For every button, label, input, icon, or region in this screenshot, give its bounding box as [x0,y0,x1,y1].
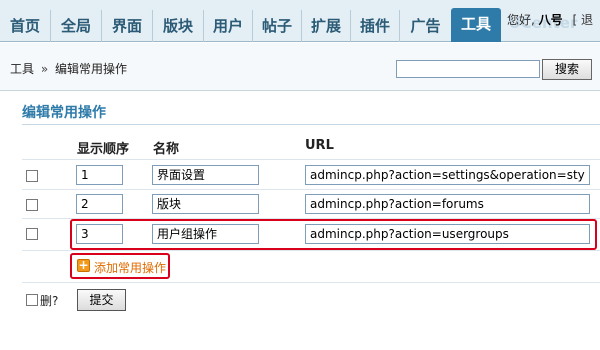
row-2-delete-checkbox[interactable] [26,199,38,211]
logout-link[interactable]: [ 退 [573,13,594,27]
username[interactable]: 八号 [539,13,563,27]
row-2-order-input[interactable]: 2 [76,194,123,214]
search-input[interactable] [396,60,540,78]
row-divider [22,189,600,190]
row-divider [22,282,600,283]
breadcrumb-separator: » [40,62,49,76]
row-divider [22,159,600,160]
add-operation-link[interactable]: 添加常用操作 [94,259,166,276]
tab-ads[interactable]: 广告 [400,10,451,42]
row-1-delete-checkbox[interactable] [26,170,38,182]
tab-global[interactable]: 全局 [51,10,102,42]
row-3-name-input[interactable]: 用户组操作 [152,224,259,244]
tab-plugins[interactable]: 插件 [351,10,400,42]
main-content: 编辑常用操作 显示顺序 名称 URL 1 界面设置 admincp.php?ac… [0,92,600,350]
tab-interface[interactable]: 界面 [102,10,153,42]
tab-home[interactable]: 首页 [0,10,51,42]
row-1-name-input[interactable]: 界面设置 [152,165,259,185]
user-info: 您好, 八号 [ 退 [507,11,593,28]
breadcrumb: 工具 » 编辑常用操作 [10,60,127,77]
greeting-text: 您好, [507,13,535,27]
row-divider [22,250,600,251]
row-3-order-input[interactable]: 3 [76,224,123,244]
row-1-order-input[interactable]: 1 [76,165,123,185]
row-3-url-input[interactable]: admincp.php?action=usergroups [305,224,590,244]
row-3-delete-checkbox[interactable] [26,228,38,240]
page-title: 编辑常用操作 [22,105,106,121]
tab-users[interactable]: 用户 [204,10,253,42]
search-button[interactable]: 搜索 [542,59,592,80]
plus-icon: + [77,258,90,272]
breadcrumb-current: 编辑常用操作 [55,62,128,76]
delete-all-checkbox[interactable] [26,294,38,306]
tab-forums[interactable]: 版块 [153,10,204,42]
row-1-url-input[interactable]: admincp.php?action=settings&operation=st… [305,165,590,185]
breadcrumb-root[interactable]: 工具 [10,62,34,76]
header-order: 显示顺序 [77,142,130,157]
tab-extensions[interactable]: 扩展 [302,10,351,42]
row-2-url-input[interactable]: admincp.php?action=forums [305,194,590,214]
header-url: URL [305,138,334,153]
delete-label: 删? [40,294,59,308]
tab-tools[interactable]: 工具 [451,8,501,42]
row-2-name-input[interactable]: 版块 [152,194,259,214]
top-navigation: 首页 全局 界面 版块 用户 帖子 扩展 插件 广告 工具 UCenter 您好… [0,0,600,42]
submit-button[interactable]: 提交 [77,289,126,311]
tab-threads[interactable]: 帖子 [253,10,302,42]
title-divider [22,124,600,125]
header-name: 名称 [153,142,180,157]
